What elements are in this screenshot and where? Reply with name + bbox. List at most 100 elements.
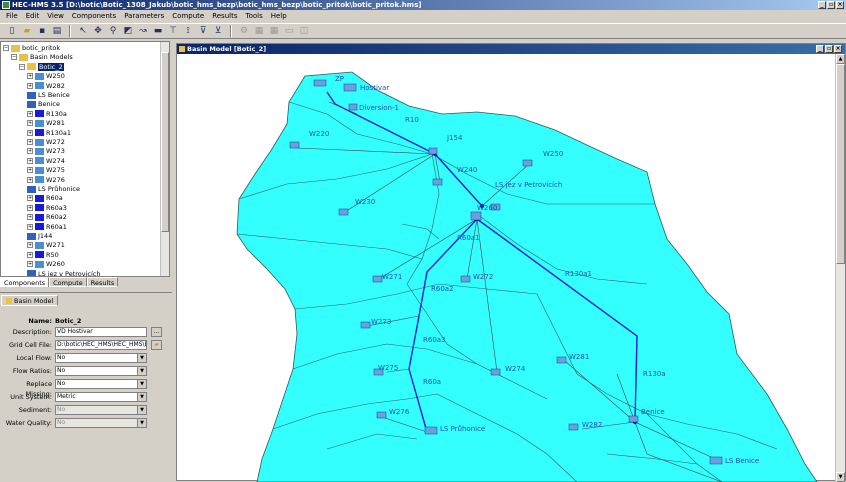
diversion-icon[interactable]: ⟟ (182, 25, 194, 37)
map-minimize-button[interactable]: _ (816, 45, 824, 53)
expand-icon[interactable]: + (27, 167, 33, 174)
tree-item[interactable]: − Basin Models (11, 53, 73, 62)
tree-item[interactable]: + R130a (27, 110, 67, 119)
minimize-button[interactable]: _ (818, 1, 826, 9)
move-icon[interactable]: ✥ (92, 25, 104, 37)
new-icon[interactable]: ▯ (6, 25, 18, 37)
tab-basin-model[interactable]: Basin Model (1, 295, 59, 306)
tree-item[interactable]: + R60a1 (27, 223, 67, 232)
expand-icon[interactable]: + (27, 157, 33, 164)
panel-splitter[interactable] (0, 290, 172, 293)
source-icon[interactable]: ⊽ (197, 25, 209, 37)
menu-view[interactable]: View (43, 12, 68, 20)
results1-icon[interactable]: ▦ (253, 25, 265, 37)
tree-item[interactable]: + W273 (27, 147, 65, 156)
description-edit-button[interactable]: ... (151, 327, 162, 337)
folder-icon[interactable]: ▰ (151, 340, 162, 350)
subbasin-icon[interactable]: ◩ (122, 25, 134, 37)
chevron-down-icon[interactable]: ▼ (137, 393, 146, 401)
tree-item[interactable]: + R60a3 (27, 204, 67, 213)
chevron-down-icon[interactable]: ▼ (137, 354, 146, 362)
basin-map[interactable]: ZP Hostivar Diversion-1 R10 W220 J154 W2… (177, 54, 837, 482)
tree-item[interactable]: + R60a (27, 194, 63, 203)
expand-icon[interactable]: + (27, 204, 33, 211)
grid-cell-file-field[interactable]: D:\botic\HEC_HMS\HEC_HMS\Bo (55, 340, 147, 350)
expand-icon[interactable]: + (27, 251, 33, 258)
expand-icon[interactable]: + (27, 261, 33, 268)
results2-icon[interactable]: ▦ (268, 25, 280, 37)
menu-tools[interactable]: Tools (241, 12, 266, 20)
expand-icon[interactable]: + (27, 110, 33, 117)
expand-icon[interactable]: + (27, 148, 33, 155)
map-close-button[interactable]: × (834, 45, 842, 53)
replace-missing-select[interactable]: No ▼ (55, 379, 147, 389)
save-icon[interactable]: ▪ (36, 25, 48, 37)
expand-icon[interactable]: + (27, 129, 33, 136)
chevron-down-icon[interactable]: ▼ (137, 367, 146, 375)
tree-scrollbar[interactable] (160, 42, 169, 276)
arrow-icon[interactable]: ↖ (77, 25, 89, 37)
description-field[interactable]: VD Hostivar (55, 327, 147, 337)
tab-components[interactable]: Components (0, 277, 50, 287)
component-tree[interactable]: − botic_pritok − Basin Models − Botic_2 + W250 +… (0, 41, 170, 277)
unit-system-select[interactable]: Metric ▼ (55, 392, 147, 402)
expand-icon[interactable]: + (27, 139, 33, 145)
menu-file[interactable]: File (2, 12, 22, 20)
chevron-down-icon[interactable]: ▼ (137, 380, 146, 388)
expand-icon[interactable]: + (27, 73, 33, 80)
expand-icon[interactable]: − (19, 63, 25, 70)
tree-item[interactable]: + W281 (27, 119, 65, 128)
results3-icon[interactable]: ▭ (283, 25, 295, 37)
tree-item[interactable]: + W282 (27, 82, 65, 91)
expand-icon[interactable]: + (27, 242, 33, 249)
tree-item[interactable]: + W275 (27, 166, 65, 175)
local-flow-select[interactable]: No ▼ (55, 353, 147, 363)
menu-edit[interactable]: Edit (22, 12, 44, 20)
expand-icon[interactable]: + (27, 195, 33, 202)
tree-item[interactable]: + W274 (27, 157, 65, 166)
expand-icon[interactable]: + (27, 82, 33, 89)
tree-item[interactable]: Benice (27, 100, 60, 109)
maximize-button[interactable]: ▫ (827, 1, 835, 9)
map-maximize-button[interactable]: ▫ (825, 45, 833, 53)
expand-icon[interactable]: + (27, 214, 33, 221)
reservoir-icon[interactable]: ▬ (152, 25, 164, 37)
tree-item[interactable]: + W272 (27, 138, 65, 147)
junction-icon[interactable]: ⊤ (167, 25, 179, 37)
expand-icon[interactable]: − (11, 54, 17, 61)
menu-results[interactable]: Results (208, 12, 241, 20)
flow-ratios-select[interactable]: No ▼ (55, 366, 147, 376)
reach-icon[interactable]: ↝ (137, 25, 149, 37)
tab-compute[interactable]: Compute (49, 277, 87, 287)
menu-parameters[interactable]: Parameters (120, 12, 168, 20)
tree-item[interactable]: + W271 (27, 241, 65, 250)
menu-components[interactable]: Components (68, 12, 120, 20)
expand-icon[interactable]: + (27, 176, 33, 183)
tree-item[interactable]: LS Průhonice (27, 185, 80, 194)
tree-item[interactable]: + R60a2 (27, 213, 67, 222)
scroll-thumb[interactable] (836, 64, 845, 264)
zoom-icon[interactable]: ⚲ (107, 25, 119, 37)
print-icon[interactable]: ▤ (51, 25, 63, 37)
open-icon[interactable]: ▰ (21, 25, 33, 37)
tree-item[interactable]: LS jez v Petrovicích (27, 270, 100, 276)
tree-item[interactable]: + W260 (27, 260, 65, 269)
close-button[interactable]: × (836, 1, 844, 9)
menu-compute[interactable]: Compute (168, 12, 208, 20)
expand-icon[interactable]: + (27, 120, 33, 127)
tree-item[interactable]: − Botic_2 (19, 62, 64, 72)
scroll-up-icon[interactable]: ▲ (836, 54, 845, 64)
expand-icon[interactable]: + (27, 223, 33, 230)
tree-item[interactable]: + W276 (27, 176, 65, 185)
tree-item[interactable]: LS Benice (27, 91, 70, 100)
tab-results[interactable]: Results (86, 277, 119, 287)
expand-icon[interactable]: − (3, 45, 9, 51)
tree-item[interactable]: − botic_pritok (3, 44, 60, 53)
tree-item[interactable]: J144 (27, 232, 52, 241)
compute-icon[interactable]: ⚙ (238, 25, 250, 37)
tree-item[interactable]: + W250 (27, 72, 65, 81)
tree-item[interactable]: + R50 (27, 251, 59, 260)
menu-help[interactable]: Help (267, 12, 291, 20)
sink-icon[interactable]: ⊻ (212, 25, 224, 37)
results4-icon[interactable]: ◫ (298, 25, 310, 37)
